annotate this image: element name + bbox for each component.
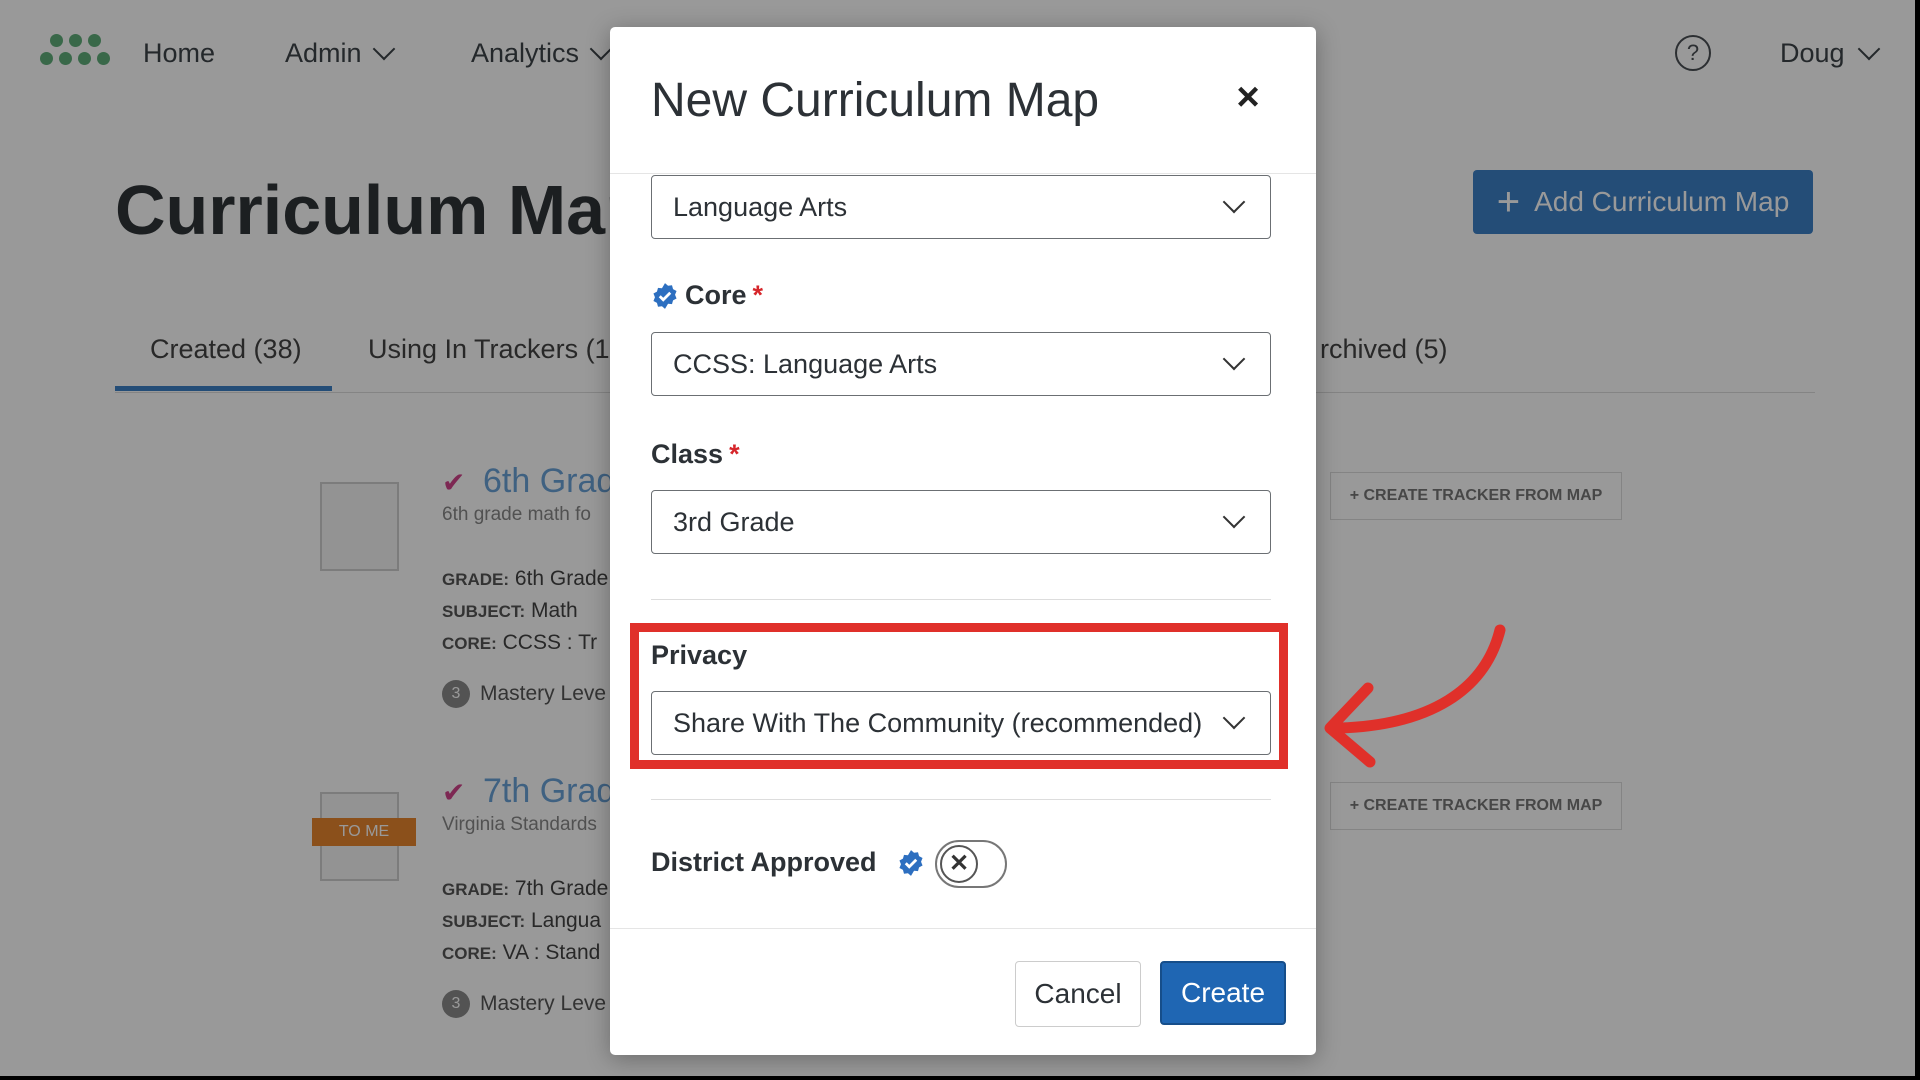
cancel-button[interactable]: Cancel <box>1015 961 1141 1027</box>
dialog-title: New Curriculum Map <box>651 74 1100 127</box>
frame-border <box>0 1076 1920 1080</box>
divider <box>651 599 1271 600</box>
create-button[interactable]: Create <box>1160 961 1286 1025</box>
divider <box>651 799 1271 800</box>
chevron-down-icon <box>1222 505 1246 529</box>
dialog-footer: Cancel Create <box>610 928 1316 1055</box>
core-select[interactable]: CCSS: Language Arts <box>651 332 1271 396</box>
new-curriculum-map-dialog: New Curriculum Map × Language Arts Core … <box>610 27 1316 1055</box>
annotation-arrow-icon <box>1324 624 1506 768</box>
dialog-header: New Curriculum Map × <box>610 27 1316 174</box>
district-approved-toggle[interactable]: ✕ <box>935 840 1007 888</box>
chevron-down-icon <box>1222 347 1246 371</box>
verified-icon <box>898 849 923 876</box>
verified-icon <box>653 282 677 309</box>
class-label: Class * <box>651 439 740 469</box>
required-mark: * <box>729 439 740 469</box>
required-mark: * <box>752 280 764 310</box>
class-select[interactable]: 3rd Grade <box>651 490 1271 554</box>
frame-border <box>1915 0 1920 1080</box>
subject-select[interactable]: Language Arts <box>651 175 1271 239</box>
close-icon: ✕ <box>940 845 978 883</box>
core-label: Core * <box>651 280 763 311</box>
privacy-highlight-box <box>630 623 1288 769</box>
district-approved-label: District Approved <box>651 847 925 878</box>
chevron-down-icon <box>1222 190 1246 214</box>
close-icon[interactable]: × <box>1228 77 1268 117</box>
